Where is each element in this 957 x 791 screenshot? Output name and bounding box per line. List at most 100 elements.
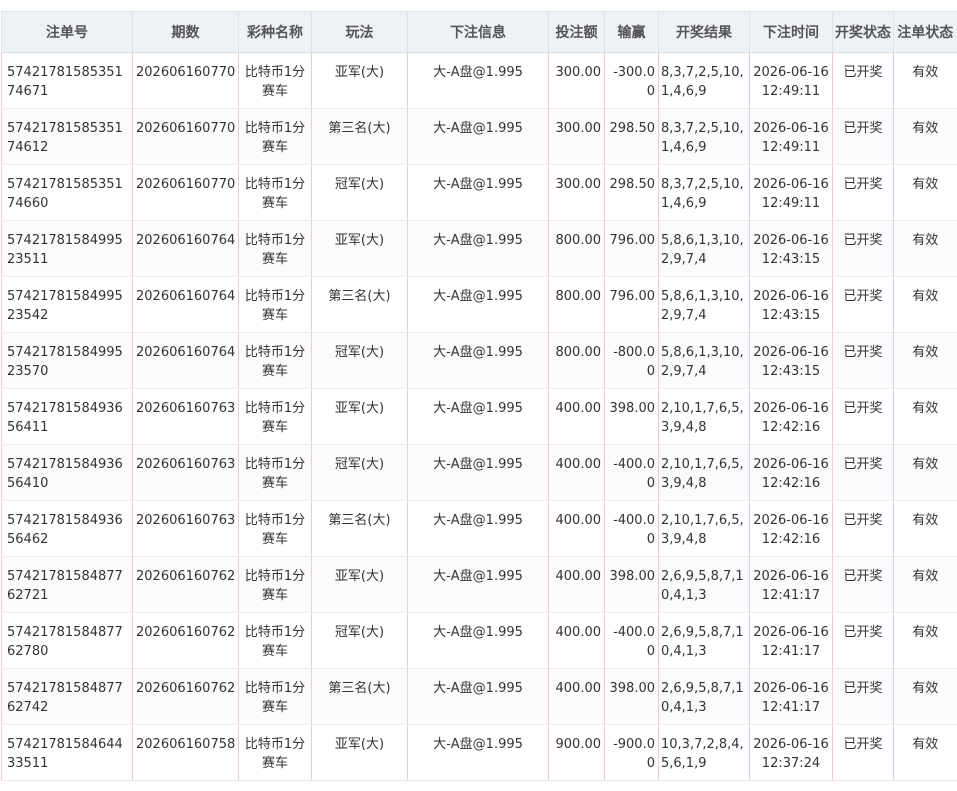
play-type-cell: 第三名(大) xyxy=(311,108,408,165)
bet-info-cell: 大-A盘@1.995 xyxy=(407,500,549,557)
bet-amount-cell: 400.00 xyxy=(548,668,605,725)
draw-status-cell: 已开奖 xyxy=(832,612,894,669)
win-loss-cell: 298.50 xyxy=(604,164,659,221)
draw-status-cell: 已开奖 xyxy=(832,556,894,613)
bet-time-cell: 2026-06-16 12:49:11 xyxy=(749,108,833,165)
draw-status-cell: 已开奖 xyxy=(832,388,894,445)
header-order-no[interactable]: 注单号 xyxy=(1,11,133,53)
header-win-loss[interactable]: 输赢 xyxy=(604,11,659,53)
bet-info-cell: 大-A盘@1.995 xyxy=(407,276,549,333)
order-number-cell: 5742178158535174660 xyxy=(1,164,133,221)
order-status-cell: 有效 xyxy=(893,276,957,333)
table-header: 注单号 期数 彩种名称 玩法 下注信息 投注额 输赢 开奖结果 下注时间 开奖状… xyxy=(1,11,957,53)
win-loss-cell: -400.00 xyxy=(604,444,659,501)
bet-time-cell: 2026-06-16 12:43:15 xyxy=(749,276,833,333)
bet-time-cell: 2026-06-16 12:41:17 xyxy=(749,612,833,669)
draw-result-cell: 5,8,6,1,3,10,2,9,7,4 xyxy=(658,220,750,277)
header-order-status[interactable]: 注单状态 xyxy=(893,11,957,53)
table-row[interactable]: 5742178158487762780 202606160762 比特币1分赛车 冠军… xyxy=(1,612,957,669)
draw-result-cell: 8,3,7,2,5,10,1,4,6,9 xyxy=(658,108,750,165)
header-lottery-name[interactable]: 彩种名称 xyxy=(238,11,312,53)
header-issue[interactable]: 期数 xyxy=(132,11,239,53)
play-type-cell: 亚军(大) xyxy=(311,724,408,781)
order-number-cell: 5742178158535174612 xyxy=(1,108,133,165)
bet-info-cell: 大-A盘@1.995 xyxy=(407,724,549,781)
draw-status-cell: 已开奖 xyxy=(832,164,894,221)
bet-amount-cell: 800.00 xyxy=(548,220,605,277)
order-status-cell: 有效 xyxy=(893,388,957,445)
table-row[interactable]: 5742178158493656410 202606160763 比特币1分赛车 冠军… xyxy=(1,444,957,501)
table-row[interactable]: 5742178158493656411 202606160763 比特币1分赛车 亚军… xyxy=(1,388,957,445)
draw-result-cell: 5,8,6,1,3,10,2,9,7,4 xyxy=(658,276,750,333)
draw-result-cell: 8,3,7,2,5,10,1,4,6,9 xyxy=(658,52,750,109)
bet-info-cell: 大-A盘@1.995 xyxy=(407,444,549,501)
draw-result-cell: 2,6,9,5,8,7,10,4,1,3 xyxy=(658,556,750,613)
lottery-name-cell: 比特币1分赛车 xyxy=(238,108,312,165)
draw-result-cell: 10,3,7,2,8,4,5,6,1,9 xyxy=(658,724,750,781)
draw-status-cell: 已开奖 xyxy=(832,276,894,333)
table-row[interactable]: 5742178158535174612 202606160770 比特币1分赛车 第三… xyxy=(1,108,957,165)
table-row[interactable]: 5742178158535174660 202606160770 比特币1分赛车 冠军… xyxy=(1,164,957,221)
draw-result-cell: 2,10,1,7,6,5,3,9,4,8 xyxy=(658,500,750,557)
lottery-name-cell: 比特币1分赛车 xyxy=(238,612,312,669)
bet-time-cell: 2026-06-16 12:49:11 xyxy=(749,52,833,109)
draw-status-cell: 已开奖 xyxy=(832,444,894,501)
play-type-cell: 第三名(大) xyxy=(311,276,408,333)
bet-info-cell: 大-A盘@1.995 xyxy=(407,108,549,165)
issue-cell: 202606160758 xyxy=(132,724,239,781)
bet-info-cell: 大-A盘@1.995 xyxy=(407,388,549,445)
bet-amount-cell: 300.00 xyxy=(548,52,605,109)
draw-result-cell: 8,3,7,2,5,10,1,4,6,9 xyxy=(658,164,750,221)
header-bet-time[interactable]: 下注时间 xyxy=(749,11,833,53)
order-number-cell: 5742178158493656411 xyxy=(1,388,133,445)
draw-result-cell: 2,10,1,7,6,5,3,9,4,8 xyxy=(658,444,750,501)
table-row[interactable]: 5742178158487762742 202606160762 比特币1分赛车 第三… xyxy=(1,668,957,725)
play-type-cell: 冠军(大) xyxy=(311,332,408,389)
order-status-cell: 有效 xyxy=(893,724,957,781)
order-number-cell: 5742178158464433511 xyxy=(1,724,133,781)
lottery-name-cell: 比特币1分赛车 xyxy=(238,276,312,333)
table-row[interactable]: 5742178158487762721 202606160762 比特币1分赛车 亚军… xyxy=(1,556,957,613)
issue-cell: 202606160764 xyxy=(132,220,239,277)
table-row[interactable]: 5742178158499523570 202606160764 比特币1分赛车 冠军… xyxy=(1,332,957,389)
bet-records-panel: 注单号 期数 彩种名称 玩法 下注信息 投注额 输赢 开奖结果 下注时间 开奖状… xyxy=(0,0,957,791)
header-bet-amount[interactable]: 投注额 xyxy=(548,11,605,53)
bet-amount-cell: 400.00 xyxy=(548,444,605,501)
win-loss-cell: 398.00 xyxy=(604,556,659,613)
issue-cell: 202606160763 xyxy=(132,500,239,557)
issue-cell: 202606160770 xyxy=(132,52,239,109)
win-loss-cell: -300.00 xyxy=(604,52,659,109)
play-type-cell: 亚军(大) xyxy=(311,556,408,613)
order-status-cell: 有效 xyxy=(893,556,957,613)
table-row[interactable]: 5742178158499523511 202606160764 比特币1分赛车 亚军… xyxy=(1,220,957,277)
bet-amount-cell: 400.00 xyxy=(548,500,605,557)
order-number-cell: 5742178158487762742 xyxy=(1,668,133,725)
header-draw-status[interactable]: 开奖状态 xyxy=(832,11,894,53)
bet-time-cell: 2026-06-16 12:49:11 xyxy=(749,164,833,221)
order-number-cell: 5742178158499523542 xyxy=(1,276,133,333)
win-loss-cell: -800.00 xyxy=(604,332,659,389)
lottery-name-cell: 比特币1分赛车 xyxy=(238,724,312,781)
draw-status-cell: 已开奖 xyxy=(832,220,894,277)
table-row[interactable]: 5742178158499523542 202606160764 比特币1分赛车 第三… xyxy=(1,276,957,333)
header-bet-info[interactable]: 下注信息 xyxy=(407,11,549,53)
order-number-cell: 5742178158493656410 xyxy=(1,444,133,501)
header-row: 注单号 期数 彩种名称 玩法 下注信息 投注额 输赢 开奖结果 下注时间 开奖状… xyxy=(1,11,957,53)
win-loss-cell: 298.50 xyxy=(604,108,659,165)
header-draw-result[interactable]: 开奖结果 xyxy=(658,11,750,53)
table-row[interactable]: 5742178158535174671 202606160770 比特币1分赛车 亚军… xyxy=(1,52,957,109)
bet-time-cell: 2026-06-16 12:43:15 xyxy=(749,332,833,389)
issue-cell: 202606160762 xyxy=(132,668,239,725)
table-row[interactable]: 5742178158464433511 202606160758 比特币1分赛车 亚军… xyxy=(1,724,957,781)
order-status-cell: 有效 xyxy=(893,164,957,221)
issue-cell: 202606160770 xyxy=(132,164,239,221)
table-row[interactable]: 5742178158493656462 202606160763 比特币1分赛车 第三… xyxy=(1,500,957,557)
header-play-type[interactable]: 玩法 xyxy=(311,11,408,53)
bet-amount-cell: 400.00 xyxy=(548,556,605,613)
bet-time-cell: 2026-06-16 12:41:17 xyxy=(749,668,833,725)
bet-time-cell: 2026-06-16 12:37:24 xyxy=(749,724,833,781)
order-number-cell: 5742178158487762780 xyxy=(1,612,133,669)
win-loss-cell: 398.00 xyxy=(604,668,659,725)
play-type-cell: 亚军(大) xyxy=(311,388,408,445)
win-loss-cell: -400.00 xyxy=(604,612,659,669)
